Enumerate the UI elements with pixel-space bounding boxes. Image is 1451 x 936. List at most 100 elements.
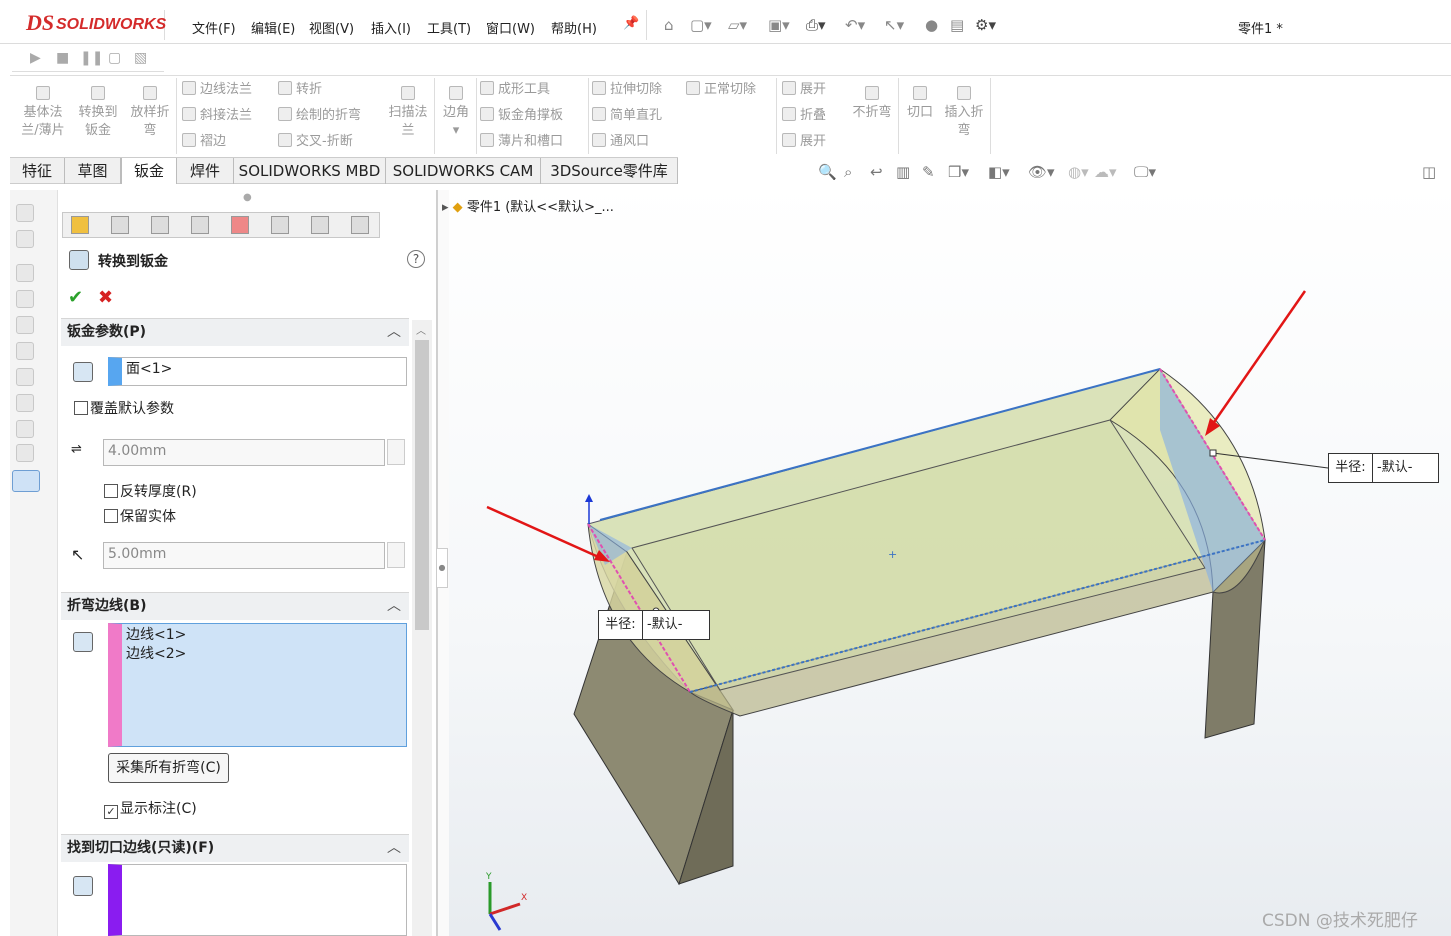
reverse-thickness-checkbox[interactable]: 反转厚度(R) — [104, 483, 197, 501]
feature-icon[interactable] — [16, 230, 34, 248]
file-props-icon[interactable]: ▤ — [950, 16, 964, 34]
thickness-spinner[interactable] — [387, 439, 405, 465]
graphics-area[interactable]: + — [449, 184, 1451, 936]
chevron-up-icon[interactable]: ︿ — [387, 593, 401, 619]
jog-button[interactable]: 转折 — [278, 81, 322, 99]
bend-radius-field[interactable]: 5.00mm — [103, 542, 385, 569]
stop-icon[interactable]: ■ — [56, 50, 69, 66]
menu-view[interactable]: 视图(V) — [309, 18, 354, 37]
convert-to-sheet-metal-button[interactable]: 转换到 钣金 — [74, 86, 122, 140]
configuration-icon[interactable] — [151, 216, 169, 234]
tab-3dsource[interactable]: 3DSource零件库 — [541, 158, 678, 184]
sketched-bend-button[interactable]: 绘制的折弯 — [278, 107, 361, 125]
swept-flange-button[interactable]: 扫描法兰 — [384, 86, 432, 140]
panel-splitter[interactable]: ● — [436, 190, 449, 936]
macro-edit-icon[interactable]: ▧ — [134, 50, 147, 66]
extruded-cut-button[interactable]: 拉伸切除 — [592, 81, 662, 99]
section-bend-edges[interactable]: 折弯边线(B) ︿ — [61, 592, 409, 620]
gear-icon[interactable]: ⚙▾ — [975, 16, 996, 34]
show-callouts-checkbox[interactable]: ✓ 显示标注(C) — [104, 800, 197, 819]
section-view-icon[interactable]: ▥ — [896, 163, 910, 181]
sheet-metal-gusset-button[interactable]: 钣金角撑板 — [480, 107, 563, 125]
corners-button[interactable]: 边角 ▾ — [438, 86, 474, 140]
bend-radius-spinner[interactable] — [387, 542, 405, 568]
feature-tree-root[interactable]: ▸ ◆ 零件1 (默认<<默认>_... — [442, 196, 614, 215]
zoom-to-fit-icon[interactable]: 🔍 — [818, 163, 837, 181]
thickness-field[interactable]: 4.00mm — [103, 439, 385, 466]
appearance-icon[interactable]: ◍▾ — [1068, 163, 1089, 181]
play-icon[interactable]: ▶ — [30, 50, 41, 66]
base-flange-button[interactable]: 基体法 兰/薄片 — [20, 86, 66, 140]
cancel-button[interactable]: ✖ — [98, 287, 113, 308]
chevron-up-icon[interactable]: ︿ — [387, 319, 401, 345]
scroll-thumb[interactable] — [415, 340, 429, 630]
tab-weldments[interactable]: 焊件 — [177, 158, 234, 184]
open-icon[interactable]: ▱▾ — [728, 16, 747, 34]
scene-icon[interactable]: ☁▾ — [1094, 163, 1117, 181]
previous-view-icon[interactable]: ↩ — [870, 163, 883, 181]
cam-icon[interactable] — [271, 216, 289, 234]
ruler-icon[interactable] — [12, 470, 40, 492]
cross-break-button[interactable]: 交叉-折断 — [278, 133, 353, 151]
view-orientation-icon[interactable]: ❒▾ — [948, 163, 969, 181]
no-bends-button[interactable]: 不折弯 — [848, 86, 896, 122]
macro-new-icon[interactable]: ▢ — [108, 50, 121, 66]
fixed-face-field[interactable]: 面<1> — [108, 357, 407, 386]
unfold-button[interactable]: 展开 — [782, 81, 826, 99]
expand-icon[interactable]: ▸ — [442, 200, 449, 215]
tab-sheet-metal[interactable]: 钣金 — [121, 158, 177, 184]
undo-icon[interactable]: ↶▾ — [845, 16, 865, 34]
bend-edges-list[interactable]: 边线<1> 边线<2> — [108, 623, 407, 747]
edge-flange-button[interactable]: 边线法兰 — [182, 81, 252, 99]
list-item[interactable]: 边线<2> — [126, 645, 406, 664]
menu-edit[interactable]: 编辑(E) — [251, 18, 295, 37]
tab-cam[interactable]: SOLIDWORKS CAM — [386, 158, 541, 184]
scroll-up-icon[interactable]: ︿ — [416, 322, 426, 337]
feature-icon[interactable] — [16, 264, 34, 282]
lofted-bend-button[interactable]: 放样折弯 — [126, 86, 174, 140]
tab-and-slot-button[interactable]: 薄片和槽口 — [480, 133, 563, 151]
pin-icon[interactable]: 📌 — [623, 16, 639, 31]
pause-icon[interactable]: ❚❚ — [80, 50, 103, 66]
insert-bends-button[interactable]: 插入折弯 — [940, 86, 988, 140]
save-icon[interactable]: ▣▾ — [768, 16, 790, 34]
feature-icon[interactable] — [16, 290, 34, 308]
zoom-area-icon[interactable]: ⌕ — [844, 163, 852, 181]
tab-mbd[interactable]: SOLIDWORKS MBD — [234, 158, 386, 184]
miter-flange-button[interactable]: 斜接法兰 — [182, 107, 252, 125]
feature-icon[interactable] — [16, 444, 34, 462]
override-defaults-checkbox[interactable]: 覆盖默认参数 — [74, 400, 174, 418]
display-manager-icon[interactable] — [231, 216, 249, 234]
menu-window[interactable]: 窗口(W) — [486, 18, 535, 37]
display-style-icon[interactable]: ◧▾ — [988, 163, 1010, 181]
feature-icon[interactable] — [16, 368, 34, 386]
flatten-button[interactable]: 展开 — [782, 133, 826, 151]
bend-radius-callout[interactable]: 半径: -默认- — [1328, 453, 1439, 483]
keep-body-checkbox[interactable]: 保留实体 — [104, 508, 176, 526]
simple-hole-button[interactable]: 简单直孔 — [592, 107, 662, 125]
feature-icon[interactable] — [16, 420, 34, 438]
section-sheet-metal-params[interactable]: 钣金参数(P) ︿ — [61, 318, 409, 346]
vent-button[interactable]: 通风口 — [592, 133, 649, 151]
feature-icon[interactable] — [16, 394, 34, 412]
feature-icon[interactable] — [16, 342, 34, 360]
home-icon[interactable]: ⌂ — [664, 16, 674, 34]
menu-tools[interactable]: 工具(T) — [427, 18, 471, 37]
panel-scrollbar[interactable]: ︿ — [412, 320, 432, 936]
restore-icon[interactable]: ◫ — [1422, 163, 1436, 181]
new-doc-icon[interactable]: ▢▾ — [690, 16, 712, 34]
cam-tool-icon[interactable] — [351, 216, 369, 234]
select-icon[interactable]: ↖▾ — [884, 16, 904, 34]
ok-button[interactable]: ✔ — [68, 287, 83, 308]
collapse-handle[interactable]: ● — [243, 192, 252, 203]
menu-insert[interactable]: 插入(I) — [371, 18, 411, 37]
collect-all-bends-button[interactable]: 采集所有折弯(C) — [108, 753, 229, 783]
print-icon[interactable]: ⎙▾ — [806, 16, 826, 34]
fold-button[interactable]: 折叠 — [782, 107, 826, 125]
tab-features[interactable]: 特征 — [10, 158, 65, 184]
feature-icon[interactable] — [16, 316, 34, 334]
tab-sketch[interactable]: 草图 — [65, 158, 121, 184]
feature-icon[interactable] — [16, 204, 34, 222]
view-settings-icon[interactable]: 🖵▾ — [1134, 163, 1156, 181]
property-manager-icon[interactable] — [111, 216, 129, 234]
